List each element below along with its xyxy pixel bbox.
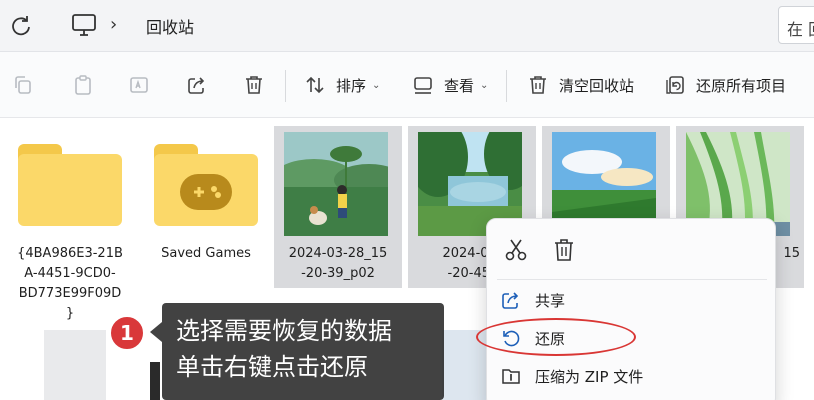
empty-recycle-bin-label: 清空回收站 [559,76,635,95]
file-name: Saved Games [161,246,251,261]
instruction-callout: 选择需要恢复的数据 单击右键点击还原 [162,303,444,400]
rename-icon [130,77,148,93]
share-button[interactable] [186,72,208,98]
context-menu: 共享 还原 压缩为 ZIP 文件 [486,218,776,400]
zip-folder-icon [502,369,520,384]
menu-divider [497,279,767,280]
view-button[interactable]: 查看 ⌄ [412,72,488,98]
restore-all-icon [666,76,684,94]
menu-item-compress-zip[interactable]: 压缩为 ZIP 文件 [501,361,763,391]
cut-icon[interactable] [503,237,529,263]
instruction-line-1: 选择需要恢复的数据 [176,317,392,345]
image-thumbnail [284,132,388,236]
chevron-down-icon: ⌄ [372,79,381,91]
restore-all-label: 还原所有项目 [696,76,787,95]
folder-icon [18,144,122,226]
paste-button[interactable] [72,72,94,98]
delete-button[interactable] [243,72,265,98]
callout-pointer [150,322,162,342]
rename-button[interactable] [128,72,150,98]
copy-button[interactable] [12,72,34,98]
file-name: 2024-03-28_15 -20-39_p02 [288,246,388,281]
breadcrumb-recycle-bin[interactable]: 回收站 [146,14,194,38]
search-placeholder: 在 回 [787,20,814,39]
menu-item-share[interactable]: 共享 [501,285,763,315]
chevron-down-icon: ⌄ [480,79,489,91]
this-pc-icon[interactable] [70,12,98,38]
trash-icon [530,76,546,94]
gamepad-icon [180,174,232,210]
sort-icon [306,76,324,94]
view-icon [414,77,432,94]
share-icon [502,292,519,309]
breadcrumb-chevron-icon[interactable]: › [110,14,117,35]
paste-icon [75,75,91,95]
trash-icon[interactable] [551,237,577,263]
file-item[interactable]: Saved Games [142,126,270,288]
search-input[interactable]: 在 回 [778,6,814,44]
copy-icon [15,76,31,94]
share-icon [188,77,205,94]
highlight-ring [476,318,636,356]
sort-label: 排序 [336,76,367,95]
menu-item-label: 压缩为 ZIP 文件 [535,367,644,386]
trash-icon [246,76,262,94]
command-bar: 排序 ⌄ 查看 ⌄ 清空回收站 还原所有项目 [0,52,814,118]
toolbar-divider [506,70,507,102]
file-item-selected[interactable]: 2024-03-28_15 -20-39_p02 [274,126,402,288]
toolbar-divider [285,70,286,102]
refresh-icon[interactable] [8,13,34,39]
file-item[interactable]: {4BA986E3-21B A-4451-9CD0- BD773E99F09D … [6,126,134,321]
games-folder-icon [154,144,258,226]
sort-button[interactable]: 排序 ⌄ [304,72,380,98]
instruction-line-2: 单击右键点击还原 [176,353,368,381]
restore-all-button[interactable]: 还原所有项目 [664,72,786,98]
empty-recycle-bin-button[interactable]: 清空回收站 [527,72,634,98]
image-thumbnail-partial [44,330,106,400]
view-label: 查看 [444,76,475,95]
step-badge: 1 [109,315,145,351]
file-name: {4BA986E3-21B A-4451-9CD0- BD773E99F09D … [17,246,123,321]
address-bar: › 回收站 在 回 [0,0,814,52]
image-thumbnail-partial [150,362,160,400]
menu-item-label: 共享 [535,291,566,310]
